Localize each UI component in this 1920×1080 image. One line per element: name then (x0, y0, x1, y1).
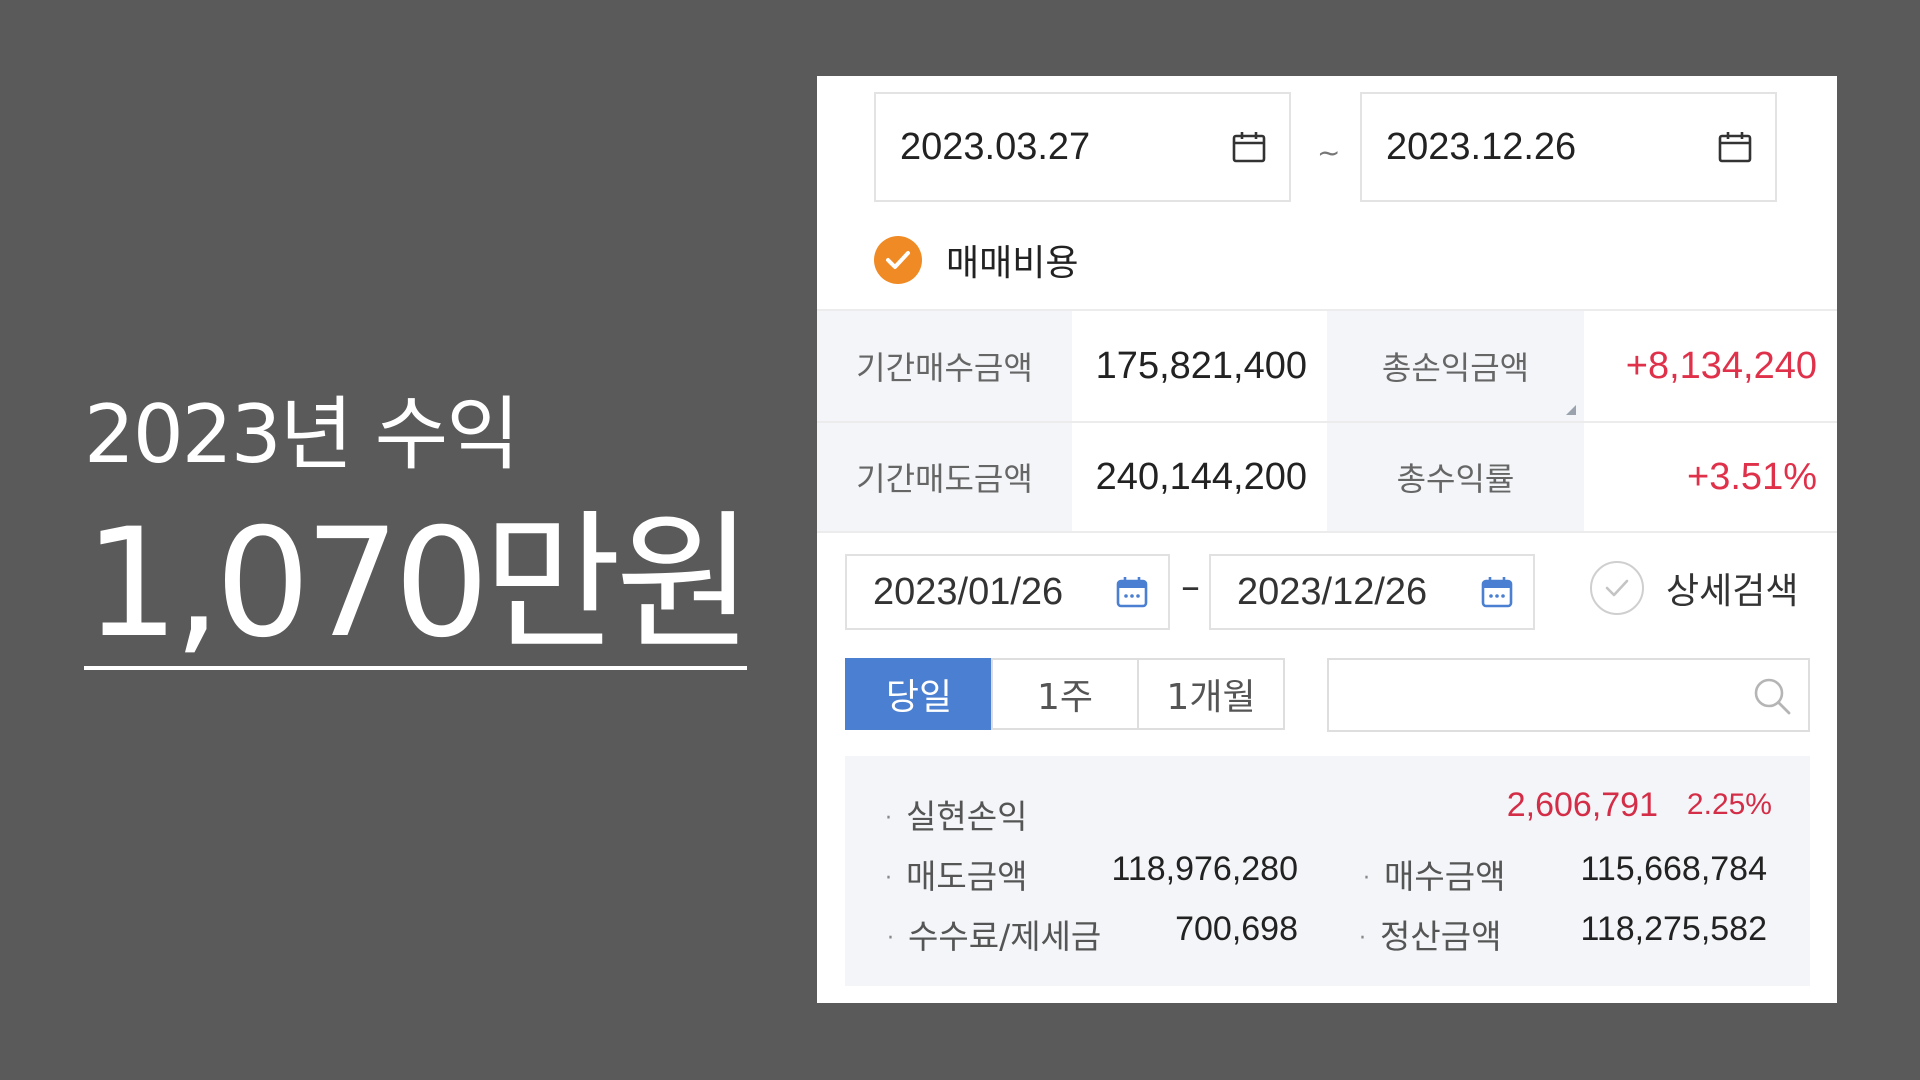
settlement-amount-label-text: 정산금액 (1380, 917, 1502, 956)
fee-tax-label: · 수수료/제세금 (887, 917, 1102, 956)
total-pnl-label-text: 총손익금액 (1381, 349, 1530, 387)
total-pnl-label: 총손익금액 (1327, 311, 1584, 421)
headline-amount: 1,070만원 (84, 497, 753, 671)
calendar-icon[interactable] (1231, 130, 1267, 164)
tab-today[interactable]: 당일 (845, 658, 993, 730)
date-range-separator: ~ (1317, 136, 1341, 169)
total-return-value: +3.51% (1584, 423, 1837, 531)
settlement-amount-value: 118,275,582 (1580, 910, 1767, 948)
total-pnl-value: +8,134,240 (1584, 311, 1837, 421)
calendar-icon[interactable] (1717, 130, 1753, 164)
realized-pnl-rate: 2.25% (1686, 788, 1772, 821)
buy-amount-label-text: 매수금액 (1384, 857, 1506, 896)
checkmark-icon[interactable] (874, 236, 922, 284)
buy-amount-label: · 매수금액 (1363, 857, 1506, 896)
trading-fee-checkbox[interactable]: 매매비용 (874, 234, 1078, 286)
period-buy-value: 175,821,400 (1072, 311, 1327, 421)
corner-triangle-icon (1566, 405, 1576, 415)
period-summary-table: 기간매수금액 175,821,400 총손익금액 +8,134,240 기간매도… (817, 309, 1837, 533)
start-date-field[interactable]: 2023.03.27 (874, 92, 1291, 202)
realized-pnl-label: · 실현손익 (885, 797, 1028, 836)
tab-1-month[interactable]: 1개월 (1137, 658, 1285, 730)
summary-row: 기간매도금액 240,144,200 총수익률 +3.51% (817, 421, 1837, 533)
realized-pnl-card: · 실현손익 2,606,791 2.25% · 매도금액 118,976,280 … (845, 756, 1810, 986)
filter-start-date-field[interactable]: 2023/01/26 (845, 554, 1170, 630)
detail-search-label: 상세검색 (1666, 571, 1799, 612)
trading-fee-label: 매매비용 (946, 243, 1079, 284)
end-date-field[interactable]: 2023.12.26 (1360, 92, 1777, 202)
search-input[interactable] (1327, 658, 1810, 732)
headline: 2023년 수익 1,070만원 (84, 380, 753, 671)
filter-date-separator: – (1181, 564, 1200, 608)
start-date-value: 2023.03.27 (900, 125, 1091, 168)
filter-end-date-value: 2023/12/26 (1237, 570, 1428, 613)
filter-start-date-value: 2023/01/26 (873, 570, 1064, 613)
sell-amount-label-text: 매도금액 (906, 857, 1028, 896)
period-sell-label: 기간매도금액 (817, 423, 1072, 531)
sell-amount-label: · 매도금액 (885, 857, 1028, 896)
check-circle-icon[interactable] (1590, 561, 1644, 615)
calendar-icon[interactable] (1116, 576, 1148, 608)
filter-end-date-field[interactable]: 2023/12/26 (1209, 554, 1535, 630)
realized-pnl-value: 2,606,791 (1506, 786, 1658, 824)
search-icon[interactable] (1752, 676, 1792, 716)
settlement-amount-label: · 정산금액 (1359, 917, 1502, 956)
period-buy-label: 기간매수금액 (817, 311, 1072, 421)
headline-subtitle: 2023년 수익 (84, 388, 520, 481)
tab-1-week[interactable]: 1주 (991, 658, 1139, 730)
fee-tax-value: 700,698 (1175, 910, 1298, 948)
buy-amount-value: 115,668,784 (1580, 850, 1767, 888)
calendar-icon[interactable] (1481, 576, 1513, 608)
trading-profit-panel: 2023.03.27 ~ 2023.12.26 매매비용 기간매수금액 175,… (817, 76, 1837, 1003)
summary-row: 기간매수금액 175,821,400 총손익금액 +8,134,240 (817, 309, 1837, 421)
sell-amount-value: 118,976,280 (1111, 850, 1298, 888)
realized-pnl-label-text: 실현손익 (906, 797, 1028, 836)
total-return-label: 총수익률 (1327, 423, 1584, 531)
fee-tax-label-text: 수수료/제세금 (908, 917, 1102, 956)
period-tabs: 당일 1주 1개월 (845, 658, 1285, 730)
end-date-value: 2023.12.26 (1386, 125, 1577, 168)
detail-search-toggle[interactable]: 상세검색 (1590, 561, 1798, 615)
period-sell-value: 240,144,200 (1072, 423, 1327, 531)
